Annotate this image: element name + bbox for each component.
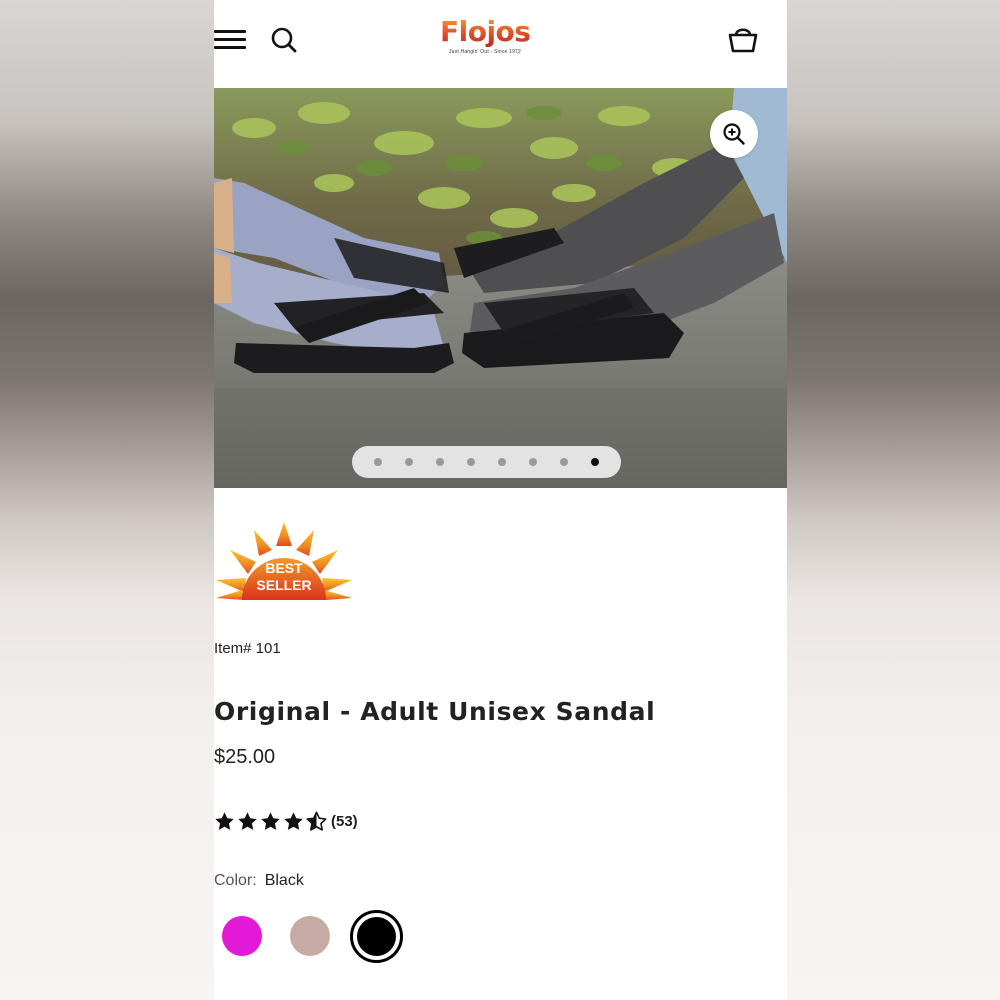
gallery-dot[interactable] xyxy=(498,458,506,466)
gallery-dot[interactable] xyxy=(467,458,475,466)
item-number: Item# 101 xyxy=(214,640,281,657)
gallery-dot[interactable] xyxy=(436,458,444,466)
shopping-basket-icon[interactable] xyxy=(726,22,760,56)
star-icon xyxy=(215,811,234,830)
gallery-dot[interactable] xyxy=(374,458,382,466)
logo-wordmark: Flojos xyxy=(440,15,531,48)
gallery-dot[interactable] xyxy=(529,458,537,466)
selected-color-value: Black xyxy=(264,872,304,889)
mobile-product-page: Flojos Just Hangin' Out - Since 1972 BES… xyxy=(214,0,787,1000)
color-swatch-black-selected[interactable] xyxy=(350,910,403,963)
product-image-gallery[interactable] xyxy=(214,88,787,488)
logo-tagline: Just Hangin' Out - Since 1972 xyxy=(448,49,522,55)
product-photo xyxy=(214,88,787,488)
site-header: Flojos Just Hangin' Out - Since 1972 xyxy=(214,0,787,88)
gallery-dot-active[interactable] xyxy=(591,458,599,466)
badge-line-2: SELLER xyxy=(256,577,312,593)
star-icon xyxy=(284,811,303,830)
gallery-dot[interactable] xyxy=(560,458,568,466)
color-swatch-magenta[interactable] xyxy=(222,916,262,956)
star-icon xyxy=(261,811,280,830)
color-swatch-black-fill xyxy=(357,917,396,956)
color-label: Color: xyxy=(214,872,257,889)
review-count: (53) xyxy=(331,812,358,830)
badge-line-1: BEST xyxy=(265,560,303,576)
product-price: $25.00 xyxy=(214,746,276,768)
search-icon[interactable] xyxy=(270,26,298,54)
color-selector-label: Color: Black xyxy=(214,872,304,890)
gallery-pagination xyxy=(352,446,621,478)
product-rating[interactable]: (53) xyxy=(214,810,358,832)
brand-logo[interactable]: Flojos Just Hangin' Out - Since 1972 xyxy=(440,15,531,64)
half-star-icon xyxy=(306,811,327,831)
best-seller-badge: BEST SELLER xyxy=(214,520,354,604)
zoom-in-icon[interactable] xyxy=(710,110,758,158)
hamburger-menu-icon[interactable] xyxy=(214,27,246,51)
star-icon xyxy=(238,811,257,830)
gallery-dot[interactable] xyxy=(405,458,413,466)
product-title: Original - Adult Unisex Sandal xyxy=(214,697,656,726)
color-swatch-taupe[interactable] xyxy=(290,916,330,956)
